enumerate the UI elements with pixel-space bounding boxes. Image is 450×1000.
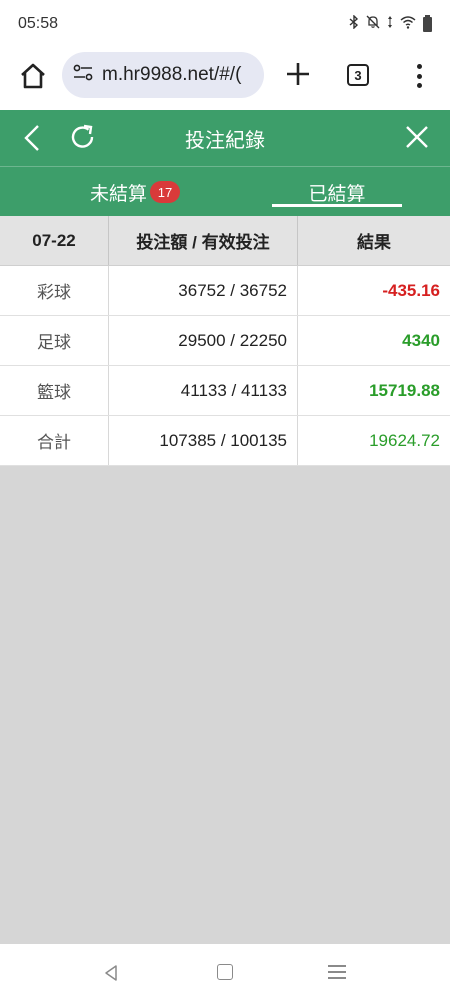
app-header: 投注紀錄 xyxy=(0,110,450,166)
tab-unsettled-label: 未結算 xyxy=(89,182,147,205)
category-cell: 彩球 xyxy=(0,266,109,315)
status-icons xyxy=(349,14,432,33)
mute-icon xyxy=(366,15,380,33)
page-title: 投注紀錄 xyxy=(185,128,265,152)
nav-back-icon[interactable] xyxy=(102,964,120,982)
total-row: 合計 107385 / 100135 19624.72 xyxy=(0,416,450,466)
stake-header: 投注額 / 有效投注 xyxy=(109,216,298,265)
bluetooth-icon xyxy=(349,14,359,33)
battery-icon xyxy=(423,14,432,32)
tab-unsettled[interactable]: 未結算 17 xyxy=(60,167,210,217)
result-header: 結果 xyxy=(357,233,391,252)
system-nav-bar xyxy=(0,944,450,1000)
data-arrows-icon xyxy=(387,15,393,33)
tab-settled-label: 已結算 xyxy=(308,182,366,205)
site-settings-icon[interactable] xyxy=(72,64,94,86)
address-bar[interactable]: m.hr9988.net/#/( xyxy=(62,52,264,98)
tab-switcher-button[interactable]: 3 xyxy=(347,64,369,86)
unsettled-count-badge: 17 xyxy=(150,181,180,203)
result-cell: 15719.88 xyxy=(369,380,440,400)
category-cell: 足球 xyxy=(0,316,109,365)
stake-cell: 29500 / 22250 xyxy=(109,316,298,365)
total-stake: 107385 / 100135 xyxy=(109,416,298,465)
wifi-icon xyxy=(400,15,416,33)
tab-bar: 未結算 17 已結算 xyxy=(0,166,450,216)
table-row[interactable]: 彩球 36752 / 36752 -435.16 xyxy=(0,266,450,316)
more-icon[interactable] xyxy=(408,61,430,91)
bet-summary-table: 07-22 投注額 / 有效投注 結果 彩球 36752 / 36752 -43… xyxy=(0,216,450,466)
stake-cell: 41133 / 41133 xyxy=(109,366,298,415)
result-cell: -435.16 xyxy=(382,280,440,300)
home-icon[interactable] xyxy=(18,61,48,91)
browser-toolbar: m.hr9988.net/#/( 3 xyxy=(0,48,450,110)
url-text[interactable]: m.hr9988.net/#/( xyxy=(102,64,241,86)
new-tab-icon[interactable] xyxy=(282,58,314,90)
date-header[interactable]: 07-22 xyxy=(0,216,109,265)
category-cell: 籃球 xyxy=(0,366,109,415)
total-label: 合計 xyxy=(0,416,109,465)
tab-settled[interactable]: 已結算 xyxy=(272,167,402,217)
status-bar: 05:58 xyxy=(0,0,450,48)
table-row[interactable]: 籃球 41133 / 41133 15719.88 xyxy=(0,366,450,416)
status-time: 05:58 xyxy=(18,15,59,32)
total-result: 19624.72 xyxy=(369,430,440,450)
stake-cell: 36752 / 36752 xyxy=(109,266,298,315)
active-tab-indicator xyxy=(272,204,402,207)
nav-recents-icon[interactable] xyxy=(328,965,346,979)
result-cell: 4340 xyxy=(402,330,440,350)
table-header-row: 07-22 投注額 / 有效投注 結果 xyxy=(0,216,450,266)
table-row[interactable]: 足球 29500 / 22250 4340 xyxy=(0,316,450,366)
close-icon[interactable] xyxy=(402,122,432,152)
nav-home-icon[interactable] xyxy=(217,964,233,980)
